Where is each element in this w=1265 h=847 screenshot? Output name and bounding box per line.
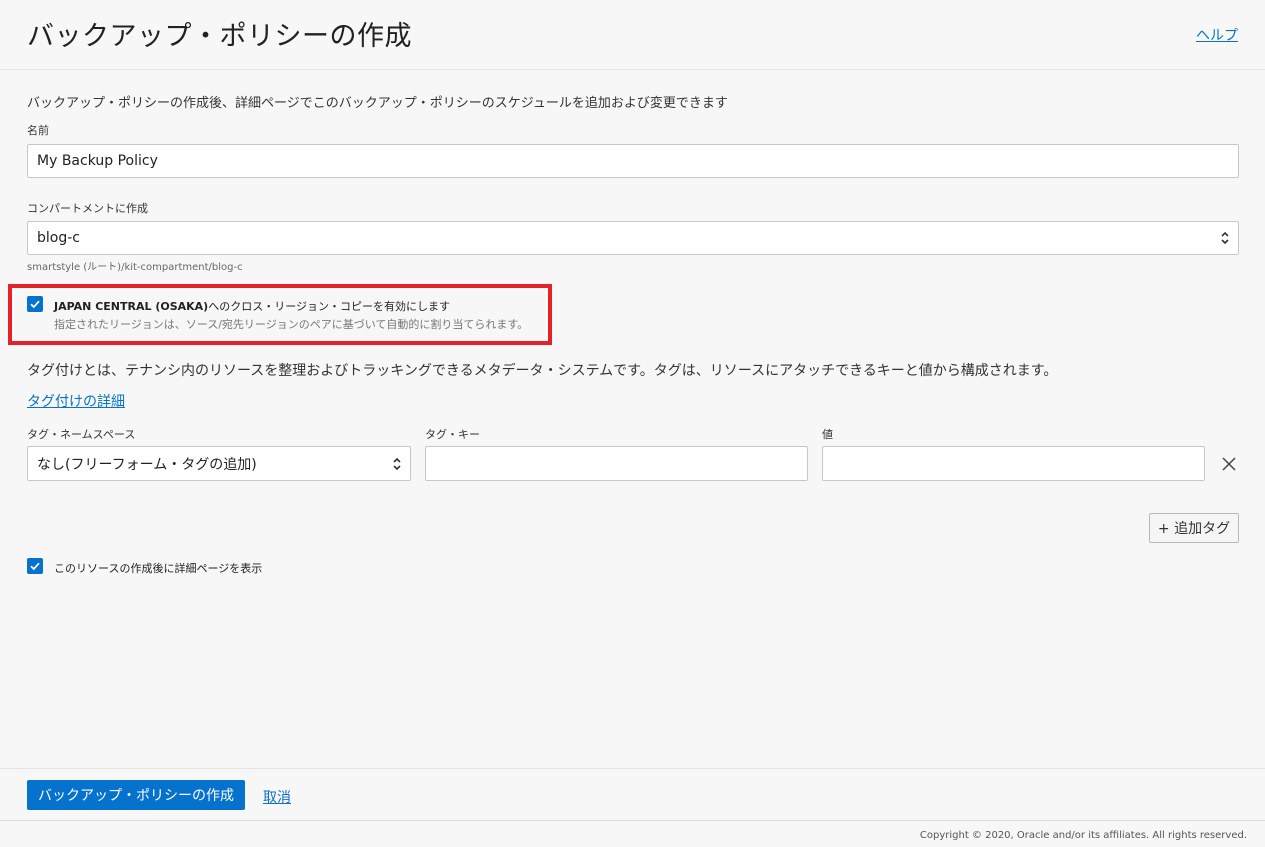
cross-region-label-text: へのクロス・リージョン・コピーを有効にします: [208, 300, 450, 313]
compartment-selected-value: blog-c: [37, 230, 80, 246]
tag-value-label: 値: [822, 428, 833, 441]
page-header: バックアップ・ポリシーの作成 ヘルプ: [0, 0, 1265, 70]
cross-region-description: 指定されたリージョンは、ソース/宛先リージョンのペアに基づいて自動的に割り当てら…: [54, 318, 529, 331]
compartment-label: コンパートメントに作成: [27, 202, 148, 215]
checkmark-icon: [30, 562, 40, 571]
name-input[interactable]: [27, 144, 1239, 178]
create-policy-button[interactable]: バックアップ・ポリシーの作成: [27, 780, 245, 810]
view-details-label: このリソースの作成後に詳細ページを表示: [54, 562, 263, 575]
name-label: 名前: [27, 124, 49, 137]
tag-namespace-label: タグ・ネームスペース: [27, 428, 136, 441]
copyright: Copyright © 2020, Oracle and/or its affi…: [919, 830, 1247, 841]
help-link[interactable]: ヘルプ: [1196, 25, 1238, 45]
tag-namespace-selected-value: なし(フリーフォーム・タグの追加): [37, 456, 257, 473]
checkmark-icon: [30, 300, 40, 309]
compartment-select[interactable]: blog-c: [27, 221, 1239, 255]
add-tag-button[interactable]: + 追加タグ: [1149, 513, 1239, 543]
tag-namespace-select[interactable]: なし(フリーフォーム・タグの追加): [27, 446, 411, 481]
tag-value-input[interactable]: [822, 446, 1205, 481]
close-icon[interactable]: [1220, 455, 1238, 473]
view-details-checkbox[interactable]: [27, 558, 43, 574]
tag-key-label: タグ・キー: [425, 428, 480, 441]
cross-region-region: JAPAN CENTRAL (OSAKA): [54, 300, 209, 313]
highlight-box: [8, 284, 552, 345]
cross-region-checkbox[interactable]: [27, 296, 43, 312]
compartment-path: smartstyle (ルート)/kit-compartment/blog-c: [27, 262, 243, 273]
tag-learn-more-link[interactable]: タグ付けの詳細: [27, 391, 125, 411]
page-title: バックアップ・ポリシーの作成: [27, 21, 412, 52]
intro-text: バックアップ・ポリシーの作成後、詳細ページでこのバックアップ・ポリシーのスケジュ…: [27, 96, 728, 111]
tag-key-input[interactable]: [425, 446, 808, 481]
cancel-link[interactable]: 取消: [263, 787, 291, 807]
tag-description: タグ付けとは、テナンシ内のリソースを整理およびトラッキングできるメタデータ・シス…: [27, 363, 1058, 379]
cross-region-label: JAPAN CENTRAL (OSAKA)へのクロス・リージョン・コピーを有効に…: [54, 298, 450, 314]
chevron-updown-icon: [393, 457, 401, 470]
chevron-updown-icon: [1221, 231, 1229, 245]
